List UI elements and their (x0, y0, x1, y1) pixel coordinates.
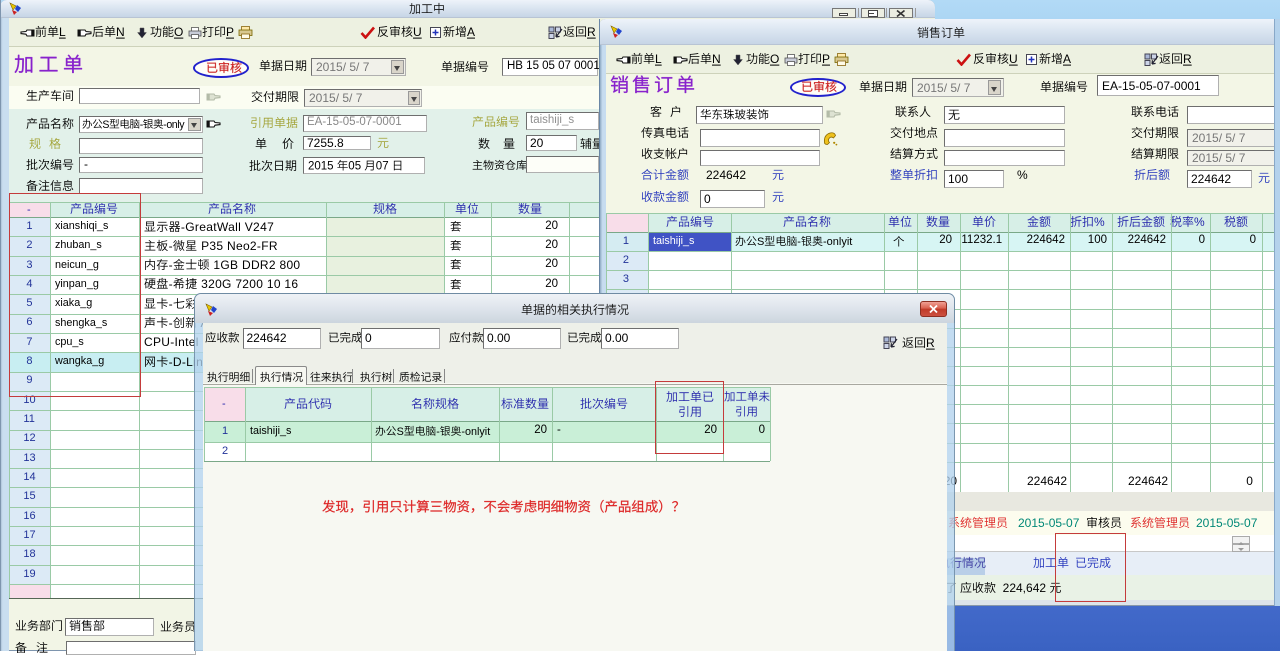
svg-text:O: O (770, 52, 779, 66)
svg-text:-: - (169, 297, 173, 311)
svg-text:1GB DDR2 800: 1GB DDR2 800 (210, 258, 301, 272)
svg-text:P: P (822, 52, 830, 66)
svg-text:O: O (174, 25, 183, 39)
svg-text:S: S (397, 426, 404, 438)
svg-text:-: - (436, 426, 440, 438)
svg-text:%: % (1194, 215, 1205, 229)
svg-text:L: L (59, 25, 66, 39)
svg-text:S: S (102, 118, 109, 130)
svg-text:S: S (757, 236, 764, 248)
svg-text:320G 7200 10 16: 320G 7200 10 16 (198, 277, 299, 291)
svg-text:224,642: 224,642 (996, 581, 1049, 595)
svg-text:R: R (1183, 52, 1192, 66)
svg-text:-: - (797, 236, 801, 248)
svg-text:U: U (413, 25, 422, 39)
svg-text:U: U (1009, 52, 1018, 66)
svg-text:-: - (169, 258, 173, 272)
svg-text:P: P (226, 25, 234, 39)
svg-text:-GreatWall V247: -GreatWall V247 (181, 220, 274, 234)
svg-text:-: - (169, 316, 173, 330)
svg-text:05: 05 (348, 160, 364, 172)
svg-text:L: L (655, 52, 662, 66)
svg-text:-onlyit: -onlyit (823, 236, 852, 248)
svg-text:A: A (467, 25, 475, 39)
svg-text:A: A (1063, 52, 1071, 66)
svg-text:%: % (1094, 215, 1105, 229)
svg-text:-: - (169, 239, 173, 253)
svg-text:P35 Neo2-FR: P35 Neo2-FR (198, 239, 278, 253)
svg-text:R: R (926, 336, 935, 350)
svg-text:-onlyit: -onlyit (461, 426, 490, 438)
svg-text:07: 07 (376, 160, 392, 172)
svg-text:2015: 2015 (308, 160, 337, 172)
svg-text:-only: -only (163, 118, 185, 130)
svg-text:-: - (169, 277, 173, 291)
svg-text:-: - (222, 398, 226, 410)
svg-text:-: - (140, 118, 144, 130)
svg-text:R: R (587, 25, 596, 39)
svg-text:N: N (116, 25, 125, 39)
svg-text:N: N (712, 52, 721, 66)
